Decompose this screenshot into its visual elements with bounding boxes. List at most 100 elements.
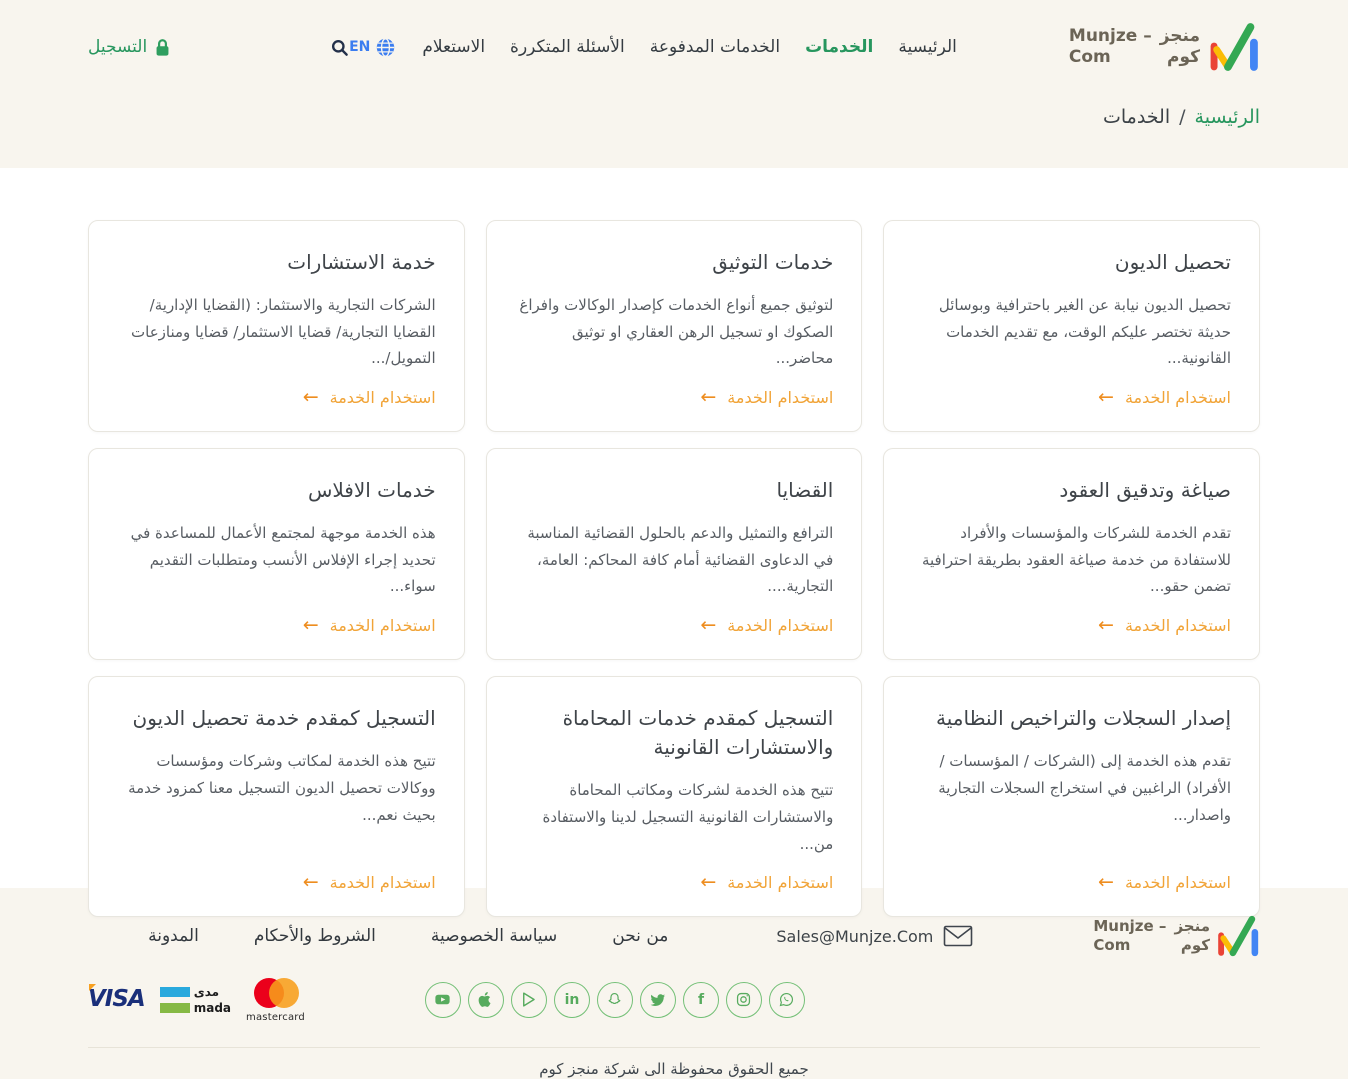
nav-item-services[interactable]: الخدمات (805, 37, 873, 57)
copyright-text: جميع الحقوق محفوظة الى شركة منجز كوم (539, 1060, 808, 1078)
card-description: تتيح هذه الخدمة لمكاتب وشركات ومؤسسات وو… (117, 748, 436, 828)
breadcrumb-home-link[interactable]: الرئيسية (1195, 106, 1260, 128)
logo-english-name: Munjze –Com (1093, 917, 1166, 955)
card-description: تتيح هذه الخدمة لشركات ومكاتب المحاماة و… (515, 777, 834, 857)
service-card-law-provider-registration: التسجيل كمقدم خدمات المحاماة والاستشارات… (486, 676, 863, 917)
footer-link-terms[interactable]: الشروط والأحكام (254, 926, 376, 946)
lang-label[interactable]: EN (349, 39, 370, 55)
use-service-link[interactable]: استخدام الخدمة ← (912, 873, 1231, 892)
service-card-bankruptcy: خدمات الافلاس هذه الخدمة موجهة لمجتمع ال… (88, 448, 465, 660)
breadcrumb-current: الخدمات (1103, 106, 1170, 128)
google-play-icon[interactable] (511, 982, 547, 1018)
social-links: in f (425, 982, 805, 1018)
search-button[interactable] (330, 38, 349, 57)
language-switcher[interactable]: EN (349, 37, 396, 58)
lock-icon (154, 38, 171, 57)
nav-item-paid-services[interactable]: الخدمات المدفوعة (650, 37, 780, 57)
register-label: التسجيل (88, 37, 147, 57)
card-title: خدمات الافلاس (117, 476, 436, 505)
globe-icon (375, 37, 396, 58)
use-service-link[interactable]: استخدام الخدمة ← (117, 873, 436, 892)
service-card-contract-drafting: صياغة وتدقيق العقود تقدم الخدمة للشركات … (883, 448, 1260, 660)
footer-logo-text: منجزكوم Munjze –Com (1093, 917, 1210, 955)
use-service-label: استخدام الخدمة (330, 873, 436, 892)
footer-nav: من نحن سياسة الخصوصية الشروط والأحكام ال… (148, 926, 668, 946)
whatsapp-icon[interactable] (769, 982, 805, 1018)
use-service-link[interactable]: استخدام الخدمة ← (117, 616, 436, 635)
logo-arabic-name: منجزكوم (1174, 917, 1210, 955)
envelope-icon (943, 925, 973, 947)
linkedin-icon[interactable]: in (554, 982, 590, 1018)
instagram-icon[interactable] (726, 982, 762, 1018)
service-card-notarization: خدمات التوثيق لتوثيق جميع أنواع الخدمات … (486, 220, 863, 432)
card-title: القضايا (515, 476, 834, 505)
footer-logo[interactable]: منجزكوم Munjze –Com (1093, 914, 1260, 958)
logo-m-mark-icon (1208, 21, 1260, 73)
use-service-label: استخدام الخدمة (1125, 616, 1231, 635)
services-main: تحصيل الديون تحصيل الديون نيابة عن الغير… (0, 168, 1348, 888)
use-service-label: استخدام الخدمة (727, 388, 833, 407)
left-arrow-icon: ← (700, 616, 716, 635)
card-description: تقدم هذه الخدمة إلى (الشركات / المؤسسات … (912, 748, 1231, 828)
breadcrumb: الرئيسية / الخدمات (88, 106, 1260, 128)
nav-item-faq[interactable]: الأسئلة المتكررة (510, 37, 625, 57)
card-description: الشركات التجارية والاستثمار: (القضايا ال… (117, 292, 436, 372)
left-arrow-icon: ← (1098, 616, 1114, 635)
services-grid: تحصيل الديون تحصيل الديون نيابة عن الغير… (88, 220, 1260, 917)
card-description: لتوثيق جميع أنواع الخدمات كإصدار الوكالا… (515, 292, 834, 372)
left-arrow-icon: ← (303, 616, 319, 635)
apple-icon[interactable] (468, 982, 504, 1018)
footer-bottom-row: VISA مدى mada mastercard (88, 976, 1260, 1023)
use-service-label: استخدام الخدمة (330, 616, 436, 635)
left-arrow-icon: ← (303, 388, 319, 407)
payment-methods: VISA مدى mada mastercard (88, 976, 305, 1023)
card-title: صياغة وتدقيق العقود (912, 476, 1231, 505)
card-title: التسجيل كمقدم خدمات المحاماة والاستشارات… (515, 704, 834, 762)
card-description: تحصيل الديون نيابة عن الغير باحترافية وب… (912, 292, 1231, 372)
card-title: إصدار السجلات والتراخيص النظامية (912, 704, 1231, 733)
card-title: خدمة الاستشارات (117, 248, 436, 277)
footer-link-blog[interactable]: المدونة (148, 926, 199, 946)
card-title: خدمات التوثيق (515, 248, 834, 277)
main-nav: الرئيسية الخدمات الخدمات المدفوعة الأسئل… (422, 37, 957, 57)
footer-link-about[interactable]: من نحن (612, 926, 668, 946)
use-service-link[interactable]: استخدام الخدمة ← (117, 388, 436, 407)
nav-item-home[interactable]: الرئيسية (898, 37, 957, 57)
nav-item-inquiry[interactable]: الاستعلام (422, 37, 485, 57)
visa-logo: VISA (88, 988, 145, 1011)
service-card-debt-collection: تحصيل الديون تحصيل الديون نيابة عن الغير… (883, 220, 1260, 432)
logo-english-name: Munjze –Com (1069, 26, 1152, 69)
footer-link-privacy[interactable]: سياسة الخصوصية (431, 926, 557, 946)
logo-arabic-name: منجزكوم (1160, 26, 1200, 69)
use-service-label: استخدام الخدمة (727, 616, 833, 635)
card-title: التسجيل كمقدم خدمة تحصيل الديون (117, 704, 436, 733)
mada-logo: مدى mada (160, 985, 231, 1015)
youtube-icon[interactable] (425, 982, 461, 1018)
site-header: منجزكوم Munjze –Com الرئيسية الخدمات الخ… (0, 0, 1348, 168)
snapchat-icon[interactable] (597, 982, 633, 1018)
use-service-link[interactable]: استخدام الخدمة ← (515, 388, 834, 407)
use-service-label: استخدام الخدمة (1125, 873, 1231, 892)
header-top: منجزكوم Munjze –Com الرئيسية الخدمات الخ… (88, 16, 1260, 78)
use-service-link[interactable]: استخدام الخدمة ← (912, 616, 1231, 635)
service-card-cases: القضايا الترافع والتمثيل والدعم بالحلول … (486, 448, 863, 660)
register-button[interactable]: التسجيل (88, 37, 171, 57)
use-service-link[interactable]: استخدام الخدمة ← (515, 616, 834, 635)
search-icon (330, 38, 349, 57)
mastercard-logo: mastercard (246, 976, 305, 1023)
use-service-link[interactable]: استخدام الخدمة ← (912, 388, 1231, 407)
service-card-debt-provider-registration: التسجيل كمقدم خدمة تحصيل الديون تتيح هذه… (88, 676, 465, 917)
logo-text: منجزكوم Munjze –Com (1069, 26, 1200, 69)
footer-email-text: Sales@Munjze.Com (776, 927, 933, 946)
footer-email[interactable]: Sales@Munjze.Com (776, 925, 973, 947)
site-logo[interactable]: منجزكوم Munjze –Com (1069, 21, 1260, 73)
facebook-icon[interactable]: f (683, 982, 719, 1018)
card-description: هذه الخدمة موجهة لمجتمع الأعمال للمساعدة… (117, 520, 436, 600)
logo-m-mark-icon (1216, 914, 1260, 958)
service-card-licenses: إصدار السجلات والتراخيص النظامية تقدم هذ… (883, 676, 1260, 917)
use-service-link[interactable]: استخدام الخدمة ← (515, 873, 834, 892)
twitter-icon[interactable] (640, 982, 676, 1018)
left-arrow-icon: ← (700, 873, 716, 892)
use-service-label: استخدام الخدمة (1125, 388, 1231, 407)
card-title: تحصيل الديون (912, 248, 1231, 277)
